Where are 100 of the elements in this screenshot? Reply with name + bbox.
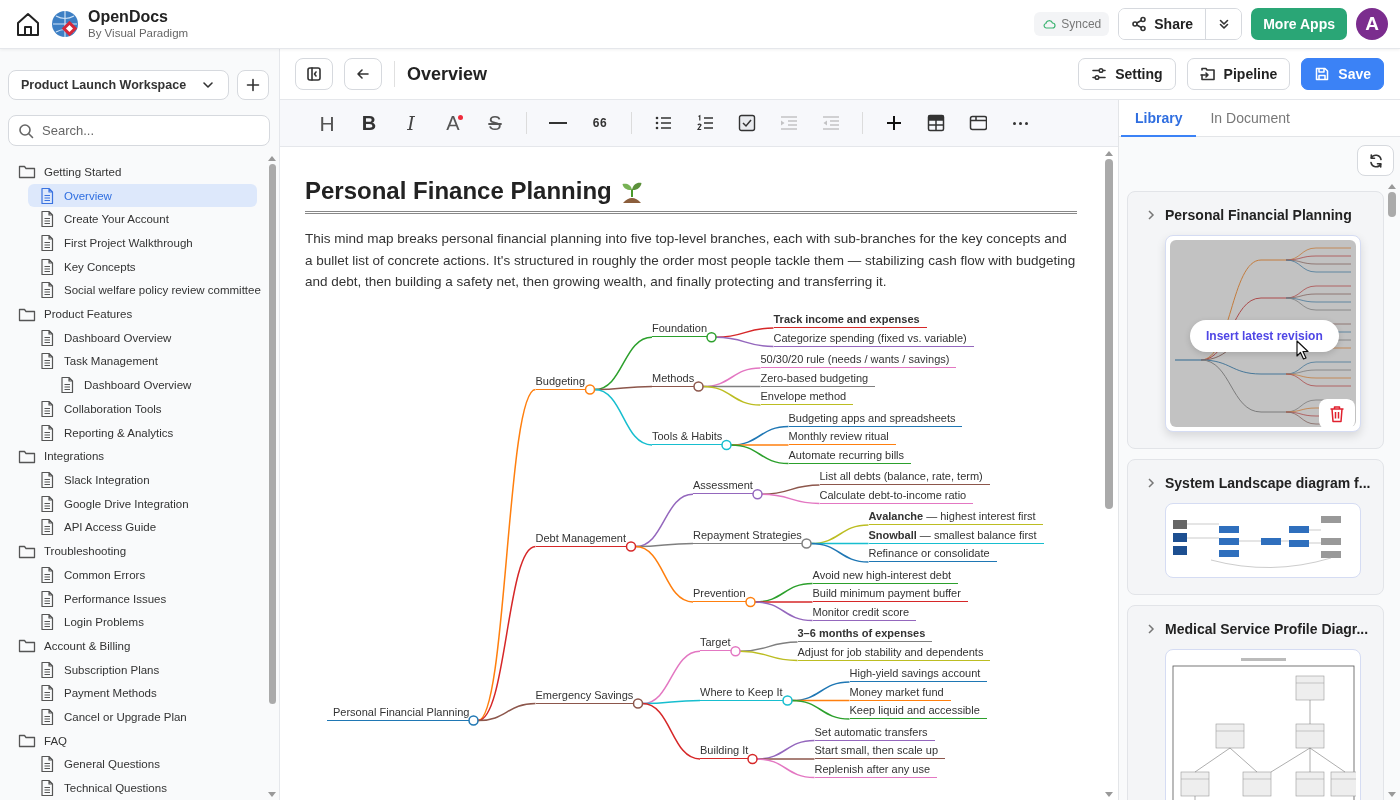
horizontal-rule-icon	[549, 122, 567, 124]
strike-button[interactable]: S	[479, 107, 511, 139]
search-icon	[18, 123, 34, 139]
document-icon	[39, 210, 55, 229]
page-item[interactable]: Create Your Account	[28, 207, 265, 232]
node-dot	[730, 645, 741, 656]
library-card[interactable]: Personal Financial Planning Insert latest revision	[1127, 191, 1384, 449]
text-color-button[interactable]: A	[437, 107, 469, 139]
page-item[interactable]: Key Concepts	[28, 254, 265, 279]
node-label: Repayment Strategies	[693, 527, 802, 544]
action-button[interactable]: Setting	[1078, 58, 1176, 90]
folder-item[interactable]: Getting Started	[0, 160, 265, 184]
card-title: Personal Financial Planning	[1165, 207, 1352, 223]
dropdown-button[interactable]	[1205, 9, 1242, 39]
refresh-button[interactable]	[1357, 145, 1394, 176]
folder-import-icon	[1199, 66, 1216, 82]
plus-icon	[246, 77, 260, 92]
insert-revision-button[interactable]: Insert latest revision	[1190, 320, 1339, 352]
home-icon[interactable]	[14, 10, 42, 38]
node-label: Budgeting	[535, 373, 586, 390]
node-label: Personal Financial Planning	[327, 704, 470, 721]
search-field[interactable]: Search...	[8, 115, 270, 146]
node-label: Avalanche — highest interest first	[868, 509, 1043, 525]
browser-window-icon	[969, 114, 987, 132]
page-item[interactable]: Cancel or Upgrade Plan	[28, 705, 265, 729]
library-card[interactable]: Medical Service Profile Diagr...	[1127, 605, 1384, 800]
page-item[interactable]: Collaboration Tools	[28, 397, 265, 421]
cloud-icon	[1042, 18, 1057, 30]
page-item[interactable]: Dashboard Overview	[28, 325, 265, 350]
node-dot	[632, 697, 644, 709]
page-item[interactable]: Reporting & Analytics	[28, 420, 265, 445]
page-item[interactable]: Subscription Plans	[28, 657, 265, 682]
document-icon	[39, 613, 55, 632]
library-card[interactable]: System Landscape diagram f...	[1127, 459, 1384, 595]
page-item[interactable]: Common Errors	[28, 562, 265, 587]
folder-item[interactable]: Product Features	[0, 302, 265, 326]
node-dot	[745, 596, 756, 607]
node-label: Calculate debt-to-income ratio	[819, 487, 974, 504]
page-item[interactable]: Overview	[28, 183, 257, 208]
page-item[interactable]: Login Problems	[28, 610, 265, 635]
document-icon	[39, 281, 55, 300]
node-label: Set automatic transfers	[814, 724, 935, 741]
node-label: Building It	[700, 743, 749, 759]
node-dot	[752, 488, 763, 499]
document-icon	[39, 708, 55, 726]
document-icon	[39, 684, 55, 703]
italic-button[interactable]: I	[395, 107, 427, 139]
node-label: Replenish after any use	[814, 761, 938, 778]
page-item[interactable]: API Access Guide	[28, 515, 265, 540]
document-icon	[39, 518, 55, 537]
app-name: OpenDocs	[88, 7, 169, 26]
page-item[interactable]: Social welfare policy review committee	[28, 278, 265, 303]
folder-item[interactable]: Integrations	[0, 444, 265, 469]
tab[interactable]: In Document	[1196, 100, 1304, 137]
folder-item[interactable]: FAQ	[0, 728, 265, 753]
heading-button[interactable]: H	[311, 107, 343, 139]
folder-item[interactable]: Troubleshooting	[0, 539, 265, 563]
workspace-dropdown[interactable]: Product Launch Workspace	[8, 69, 229, 100]
branch-line	[761, 493, 821, 504]
node-label: 3–6 months of expenses	[797, 626, 933, 642]
folder-icon	[18, 163, 36, 181]
page-item[interactable]: Payment Methods	[28, 681, 265, 706]
branch-line	[761, 483, 821, 495]
page-item[interactable]: Slack Integration	[28, 468, 265, 492]
node-label: 50/30/20 rule (needs / wants / savings)	[760, 352, 957, 368]
node-label: Start small, then scale up	[814, 743, 945, 759]
document-icon	[39, 399, 55, 418]
document-icon	[39, 352, 55, 371]
back-button[interactable]	[344, 58, 382, 90]
chevron-right-icon[interactable]	[1146, 477, 1156, 489]
page-item[interactable]: Technical Questions	[28, 776, 265, 800]
folder-item[interactable]: Account & Billing	[0, 634, 265, 658]
action-button[interactable]: Pipeline	[1186, 58, 1291, 90]
delete-button[interactable]	[1319, 399, 1355, 429]
node-label: Keep liquid and accessible	[849, 703, 987, 719]
chevron-right-icon[interactable]	[1146, 623, 1156, 635]
page-item[interactable]: Google Drive Integration	[28, 491, 265, 516]
node-label: Monthly review ritual	[788, 429, 896, 445]
arrow-left-icon	[355, 66, 371, 82]
sidebar-toggle-button[interactable]	[295, 58, 333, 90]
tab[interactable]: Library	[1121, 100, 1197, 137]
add-button[interactable]	[237, 69, 269, 100]
chevron-right-icon[interactable]	[1146, 209, 1156, 221]
page-item[interactable]: General Questions	[28, 752, 265, 777]
action-button[interactable]: Save	[1301, 58, 1384, 90]
page-item[interactable]: Dashboard Overview	[48, 373, 265, 398]
node-dot	[782, 694, 793, 706]
bold-button[interactable]: B	[353, 107, 385, 139]
page-item[interactable]: First Project Walkthrough	[28, 231, 265, 255]
node-label: Foundation	[652, 321, 708, 338]
quote-button[interactable]: 66	[584, 107, 616, 139]
page-item[interactable]: Task Management	[28, 349, 265, 374]
branch-line	[739, 650, 799, 661]
node-label: Automate recurring bills	[788, 447, 912, 464]
document-icon	[39, 779, 55, 798]
node-label: Debt Management	[535, 530, 626, 547]
avatar[interactable]: A	[1356, 8, 1388, 40]
app-subtitle: By Visual Paradigm	[88, 25, 189, 41]
document-icon	[39, 186, 55, 205]
page-item[interactable]: Performance Issues	[28, 586, 265, 611]
